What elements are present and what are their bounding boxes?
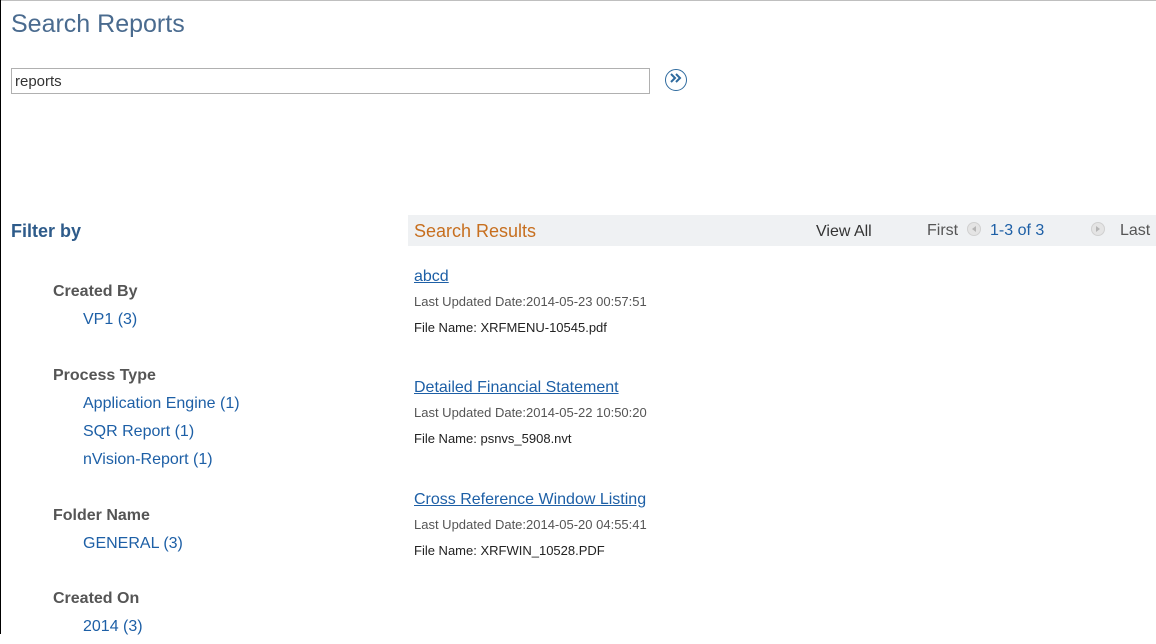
search-input[interactable] [11,68,650,94]
search-results-title: Search Results [414,221,537,241]
result-file-name: File Name: XRFMENU-10545.pdf [414,320,607,335]
page-title: Search Reports [11,10,185,38]
next-page-button[interactable] [1091,222,1105,236]
filter-item-2014[interactable]: 2014 (3) [53,616,143,644]
result-last-updated: Last Updated Date:2014-05-20 04:55:41 [414,517,647,532]
filter-group-created-by: Created By VP1 (3) [53,281,137,337]
window-top-border [0,0,1156,1]
view-all-link[interactable]: View All [816,223,872,241]
page-count: 1-3 of 3 [990,222,1045,239]
first-page-label: First [927,222,959,239]
filter-panel-title: Filter by [11,221,82,241]
result-title-link[interactable]: Detailed Financial Statement [414,379,647,401]
last-page-link[interactable]: Last [1120,222,1150,240]
result-last-updated: Last Updated Date:2014-05-23 00:57:51 [414,294,647,309]
filter-group-label: Created By [53,283,138,300]
result-item: Detailed Financial Statement Last Update… [414,379,647,449]
result-title-link[interactable]: abcd [414,268,647,290]
result-item: abcd Last Updated Date:2014-05-23 00:57:… [414,268,647,338]
result-file-name: File Name: XRFWIN_10528.PDF [414,543,605,558]
filter-group-folder-name: Folder Name GENERAL (3) [53,505,183,561]
result-file-name: File Name: psnvs_5908.nvt [414,431,572,446]
filter-item-application-engine[interactable]: Application Engine (1) [53,393,240,421]
search-go-button[interactable] [665,69,687,91]
result-item: Cross Reference Window Listing Last Upda… [414,491,647,561]
double-chevron-right-icon [669,71,683,89]
previous-page-button [967,222,981,236]
triangle-right-icon [1096,226,1100,232]
result-last-updated: Last Updated Date:2014-05-22 10:50:20 [414,405,647,420]
filter-group-label: Process Type [53,367,156,384]
search-results-header: Search Results View All First 1-3 of 3 L… [408,215,1156,246]
result-title-link[interactable]: Cross Reference Window Listing [414,491,647,513]
filter-group-label: Created On [53,590,140,607]
filter-group-label: Folder Name [53,507,150,524]
filter-item-vp1[interactable]: VP1 (3) [53,309,137,337]
window-left-border [0,0,1,634]
filter-item-general[interactable]: GENERAL (3) [53,533,183,561]
filter-item-nvision-report[interactable]: nVision-Report (1) [53,449,240,477]
filter-group-created-on: Created On 2014 (3) [53,588,143,644]
triangle-left-icon [972,226,976,232]
filter-item-sqr-report[interactable]: SQR Report (1) [53,421,240,449]
filter-group-process-type: Process Type Application Engine (1) SQR … [53,365,240,477]
